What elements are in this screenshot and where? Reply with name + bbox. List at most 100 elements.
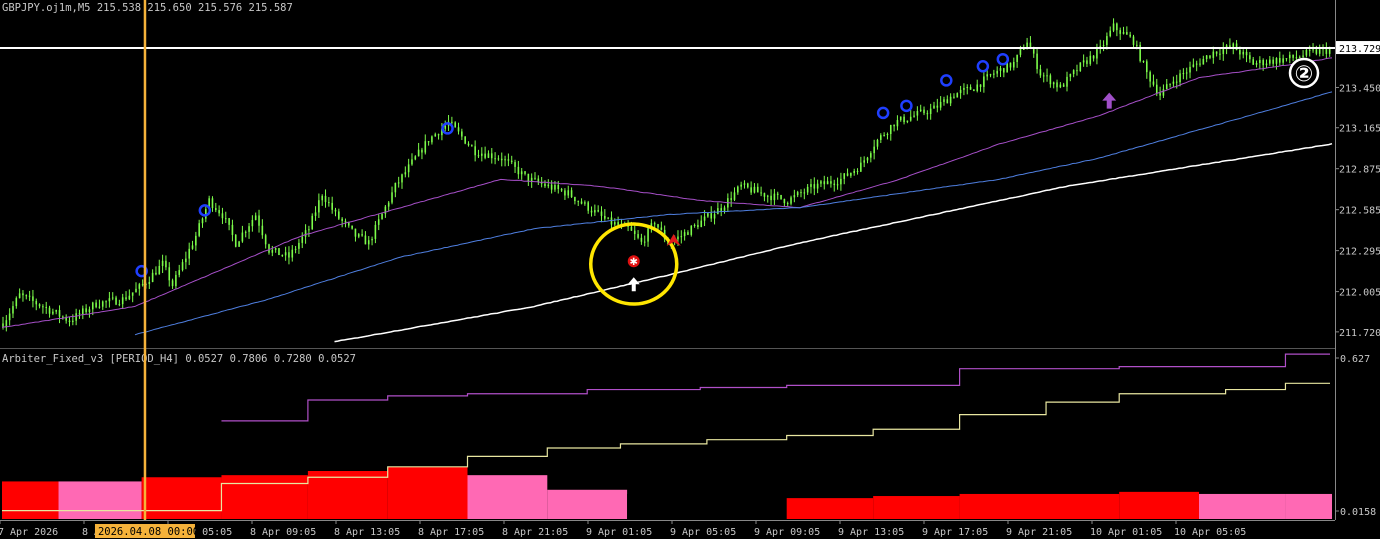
candle-body — [391, 192, 393, 203]
candle-body — [949, 96, 952, 104]
candle-body — [22, 293, 24, 296]
candle-body — [121, 297, 124, 305]
candle-body — [1106, 36, 1108, 46]
candle-body — [401, 174, 403, 183]
candle-body — [268, 244, 270, 253]
candle-body — [148, 281, 151, 285]
candle-body — [500, 158, 503, 161]
candle-body — [1229, 45, 1231, 48]
candle-body — [371, 238, 373, 241]
candle-body — [504, 159, 506, 161]
candle-body — [454, 122, 456, 128]
candle-body — [617, 222, 619, 225]
candle-body — [966, 86, 969, 88]
candle-body — [1179, 73, 1181, 83]
candle-body — [1272, 59, 1274, 64]
candle-body — [939, 101, 942, 108]
candle-body — [131, 292, 134, 296]
candle-body — [434, 134, 437, 137]
candle-body — [929, 108, 932, 114]
candle-body — [101, 301, 104, 307]
time-tick-label: 8 Apr 21:05 — [502, 527, 568, 538]
candle-body — [171, 280, 174, 287]
candle-body — [91, 302, 94, 310]
candle-body — [913, 115, 915, 117]
candle-body — [776, 193, 779, 195]
candle-body — [417, 149, 420, 157]
candle-body — [18, 293, 21, 299]
price-tick-label: 212.295 — [1339, 247, 1380, 258]
candle-body — [1046, 75, 1048, 77]
candle-body — [760, 192, 762, 194]
candle-body — [567, 190, 570, 196]
candle-body — [467, 143, 470, 146]
candle-body — [348, 222, 350, 226]
candle-body — [291, 249, 294, 258]
trading-chart[interactable]: GBPJPY.oj1m,M5 215.538 215.650 215.576 2… — [0, 0, 1380, 539]
histogram-bar — [1119, 491, 1199, 519]
candle-body — [816, 183, 819, 189]
candle-body — [1318, 49, 1321, 54]
candle-body — [1069, 74, 1072, 77]
candle-body — [963, 87, 965, 90]
candle-body — [1279, 57, 1281, 63]
candle-body — [840, 178, 842, 185]
candle-body — [68, 320, 71, 322]
candle-body — [1209, 55, 1211, 58]
candle-body — [1102, 45, 1105, 47]
candle-body — [903, 116, 905, 123]
candle-body — [860, 162, 862, 172]
candle-body — [969, 86, 972, 90]
candle-body — [264, 235, 267, 245]
time-tick-label: 9 Apr 09:05 — [754, 527, 820, 538]
candle-body — [1159, 93, 1161, 96]
candle-body — [191, 245, 194, 249]
candle-body — [1245, 51, 1248, 56]
candle-body — [703, 216, 706, 221]
candle-body — [484, 153, 486, 158]
price-tick-label: 211.720 — [1339, 328, 1380, 339]
candle-body — [105, 301, 107, 303]
candle-body — [973, 89, 975, 92]
candle-body — [357, 234, 360, 237]
candle-body — [1079, 62, 1082, 71]
candle-body — [1239, 50, 1241, 55]
candle-body — [381, 213, 383, 220]
candle-body — [766, 195, 769, 197]
badge-text: ② — [1295, 62, 1314, 87]
candle-body — [1032, 48, 1035, 54]
candle-body — [288, 252, 290, 258]
candle-body — [830, 181, 832, 184]
candle-body — [238, 241, 240, 247]
candle-body — [494, 158, 496, 160]
candle-body — [1036, 53, 1038, 70]
candle-body — [251, 219, 254, 227]
candle-body — [564, 190, 566, 196]
cursor-time-label: 2026.04.08 00:00 — [98, 526, 199, 538]
candle-body — [517, 166, 520, 175]
candle-body — [457, 127, 460, 132]
candle-body — [258, 215, 260, 226]
candle-body — [321, 195, 323, 201]
candle-body — [1016, 54, 1018, 62]
candle-body — [730, 198, 732, 200]
candle-body — [813, 184, 816, 189]
candle-body — [274, 248, 277, 250]
candle-body — [95, 302, 97, 308]
candle-body — [863, 160, 865, 163]
candle-body — [1195, 63, 1198, 65]
candle-body — [1232, 43, 1235, 48]
price-tick-label: 213.450 — [1339, 83, 1380, 94]
candle-body — [344, 220, 347, 223]
candle-body — [933, 105, 935, 109]
candle-body — [833, 183, 836, 186]
candle-body — [38, 304, 41, 307]
candle-body — [843, 173, 846, 179]
candle-body — [374, 224, 377, 239]
candle-body — [810, 184, 812, 187]
candle-body — [660, 227, 663, 230]
candle-body — [201, 218, 204, 224]
candle-body — [989, 74, 992, 76]
number-badge: ② — [1288, 57, 1320, 89]
histogram-bar — [959, 493, 1120, 519]
